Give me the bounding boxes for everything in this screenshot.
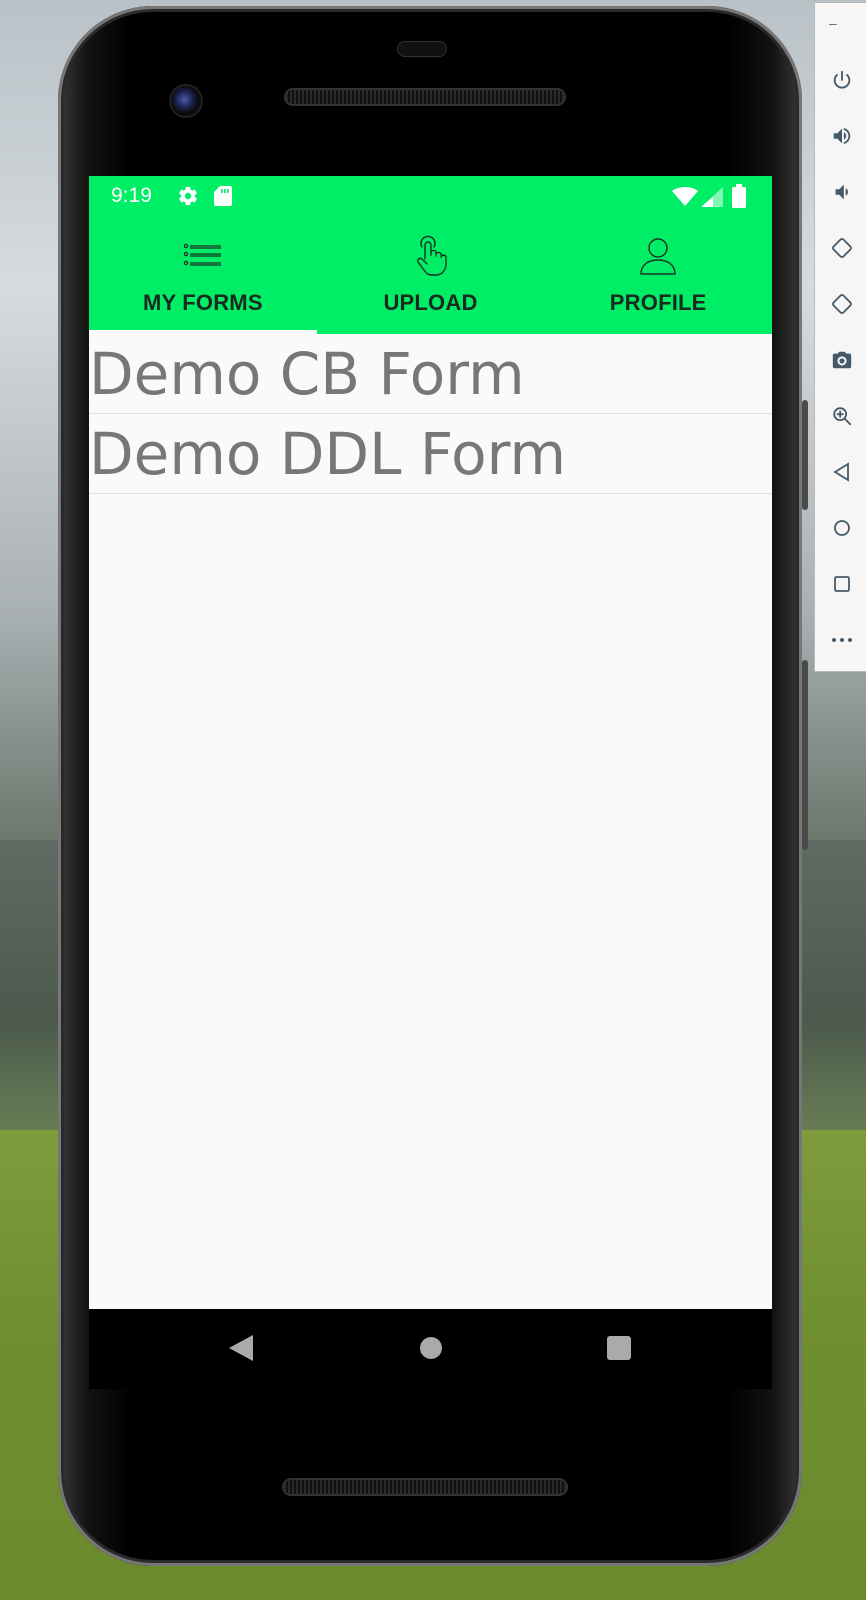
form-title: Demo CB Form [89,339,525,408]
screenshot-icon[interactable] [825,343,859,377]
list-item[interactable]: Demo DDL Form [89,414,772,494]
tab-label: UPLOAD [383,290,478,315]
more-icon[interactable] [825,623,859,657]
zoom-icon[interactable] [825,399,859,433]
overview-icon[interactable] [825,567,859,601]
tab-label: MY FORMS [142,290,263,315]
tab-upload[interactable]: UPLOAD [317,218,545,334]
minimize-button[interactable]: – [829,15,837,31]
tab-my-forms[interactable]: MY FORMS [89,218,317,334]
proximity-sensor [398,42,446,56]
volume-up-icon[interactable] [825,119,859,153]
tab-profile[interactable]: PROFILE [544,218,772,334]
navigation-bar [89,1309,772,1389]
tab-label: PROFILE [609,290,707,315]
front-camera-icon [171,86,201,116]
battery-icon [732,184,746,213]
volume-down-icon[interactable] [825,175,859,209]
signal-icon [701,187,723,212]
status-bar: 9:19 [89,176,772,218]
home-icon[interactable] [418,1333,444,1364]
wifi-icon [672,187,698,212]
recents-icon[interactable] [606,1333,632,1366]
tab-bar: MY FORMS UPLOAD PROFILE [89,218,772,334]
forms-list: Demo CB Form Demo DDL Form [89,334,772,494]
settings-icon [177,185,199,212]
earpiece-speaker [286,90,564,104]
bottom-speaker [284,1480,566,1494]
back-icon[interactable] [825,455,859,489]
rotate-left-icon[interactable] [825,231,859,265]
form-title: Demo DDL Form [89,419,566,488]
side-volume-button [802,660,808,850]
list-icon [183,234,223,278]
back-icon[interactable] [227,1333,255,1368]
person-icon [639,234,677,278]
touch-icon [414,234,448,278]
emulator-side-panel: – [814,2,866,672]
side-power-button [802,400,808,510]
rotate-right-icon[interactable] [825,287,859,321]
app-screen: 9:19 MY FORMS UPLOAD PROFILE Demo CB For… [89,176,772,1309]
sd-card-icon [213,185,233,212]
power-icon[interactable] [825,63,859,97]
home-icon[interactable] [825,511,859,545]
status-time: 9:19 [111,184,152,207]
list-item[interactable]: Demo CB Form [89,334,772,414]
